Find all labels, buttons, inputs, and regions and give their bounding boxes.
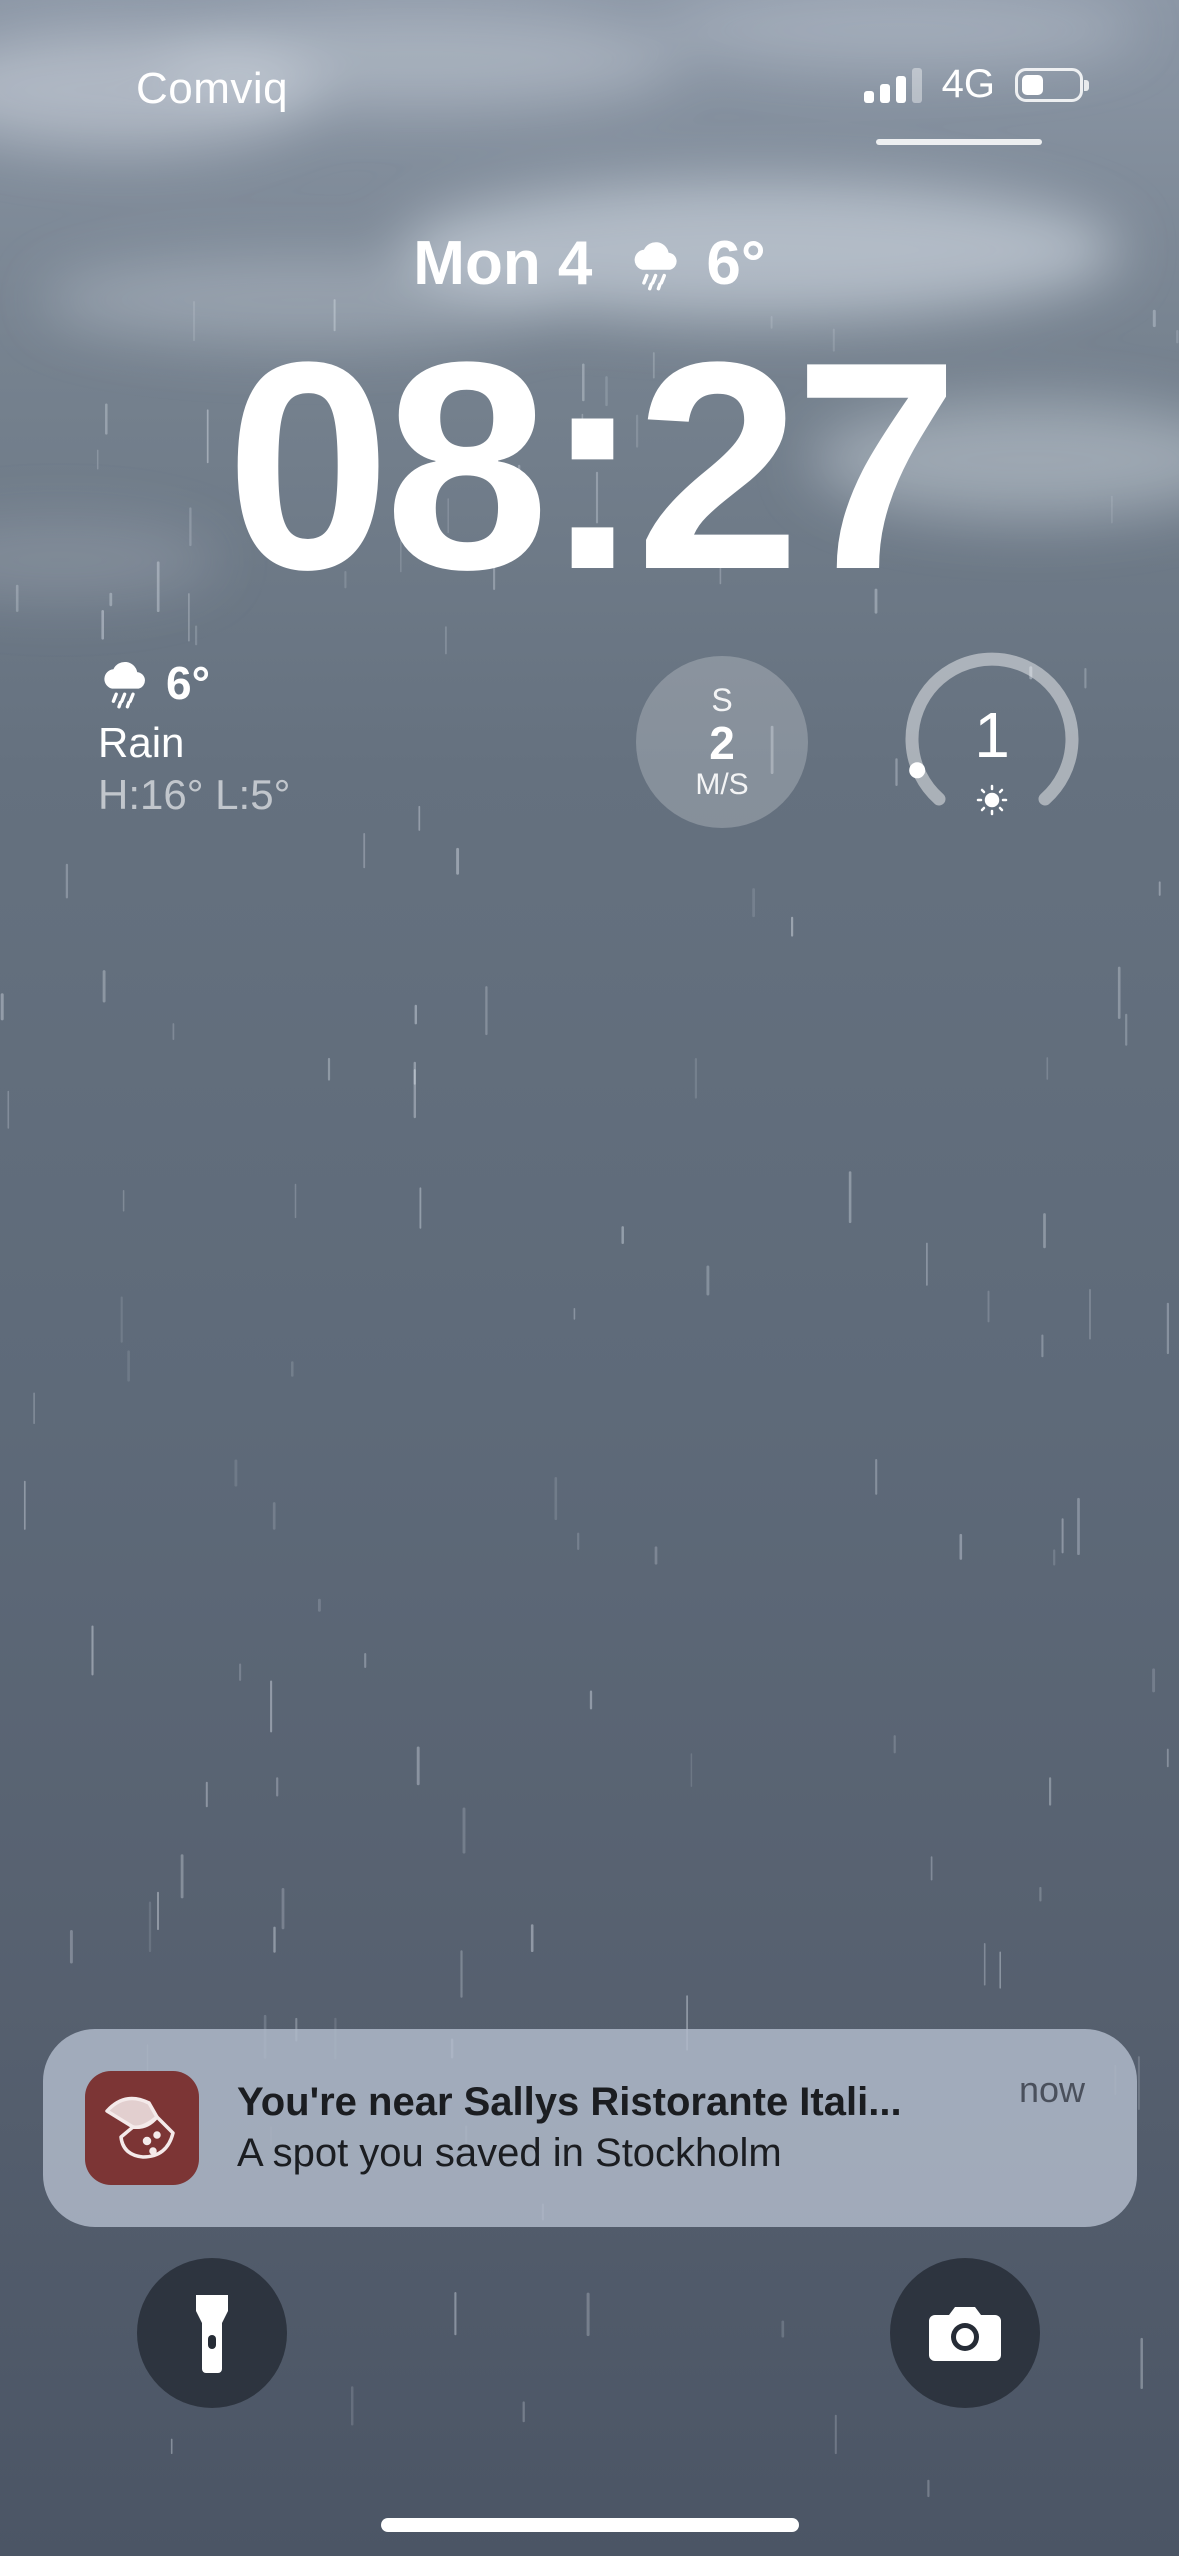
sun-icon (976, 784, 1008, 816)
wind-direction: S (711, 682, 733, 719)
weather-widget[interactable]: 6° Rain H:16° L:5° (98, 655, 290, 819)
status-indicators: 4G (863, 62, 1089, 107)
uv-index-value: 1 (974, 699, 1010, 771)
flashlight-button[interactable] (137, 2258, 287, 2408)
camera-icon (929, 2307, 1001, 2361)
notification-title: You're near Sallys Ristorante Itali... (237, 2080, 902, 2124)
battery-icon (1015, 67, 1089, 102)
date-label: Mon 4 (413, 229, 593, 298)
camera-button[interactable] (890, 2258, 1040, 2408)
location-notification[interactable]: You're near Sallys Ristorante Itali... A… (43, 2029, 1137, 2227)
notification-time: now (1018, 2069, 1085, 2110)
home-indicator[interactable] (381, 2518, 799, 2532)
network-type: 4G (941, 62, 995, 106)
lock-screen-time: 08:27 (225, 300, 959, 631)
flashlight-icon (196, 2295, 228, 2373)
cloud-rain-icon (104, 661, 145, 709)
weather-high-low: H:16° L:5° (98, 771, 291, 818)
wind-speed: 2 (709, 717, 735, 770)
date-weather-row[interactable]: Mon 4 6° (0, 228, 1179, 299)
weather-condition: Rain (98, 719, 185, 766)
status-bar-indicator (876, 139, 1042, 145)
date-temperature: 6° (706, 229, 766, 298)
wind-widget[interactable]: S 2 M/S (636, 656, 808, 828)
signal-strength-icon (863, 67, 922, 103)
wind-unit: M/S (695, 767, 749, 801)
uv-index-widget[interactable]: 1 (902, 652, 1082, 832)
carrier-name: Comviq (136, 64, 289, 113)
cloud-rain-icon (635, 241, 678, 290)
notification-body: A spot you saved in Stockholm (237, 2131, 782, 2175)
weather-temperature: 6° (166, 657, 210, 709)
restaurant-app-icon (85, 2071, 199, 2185)
